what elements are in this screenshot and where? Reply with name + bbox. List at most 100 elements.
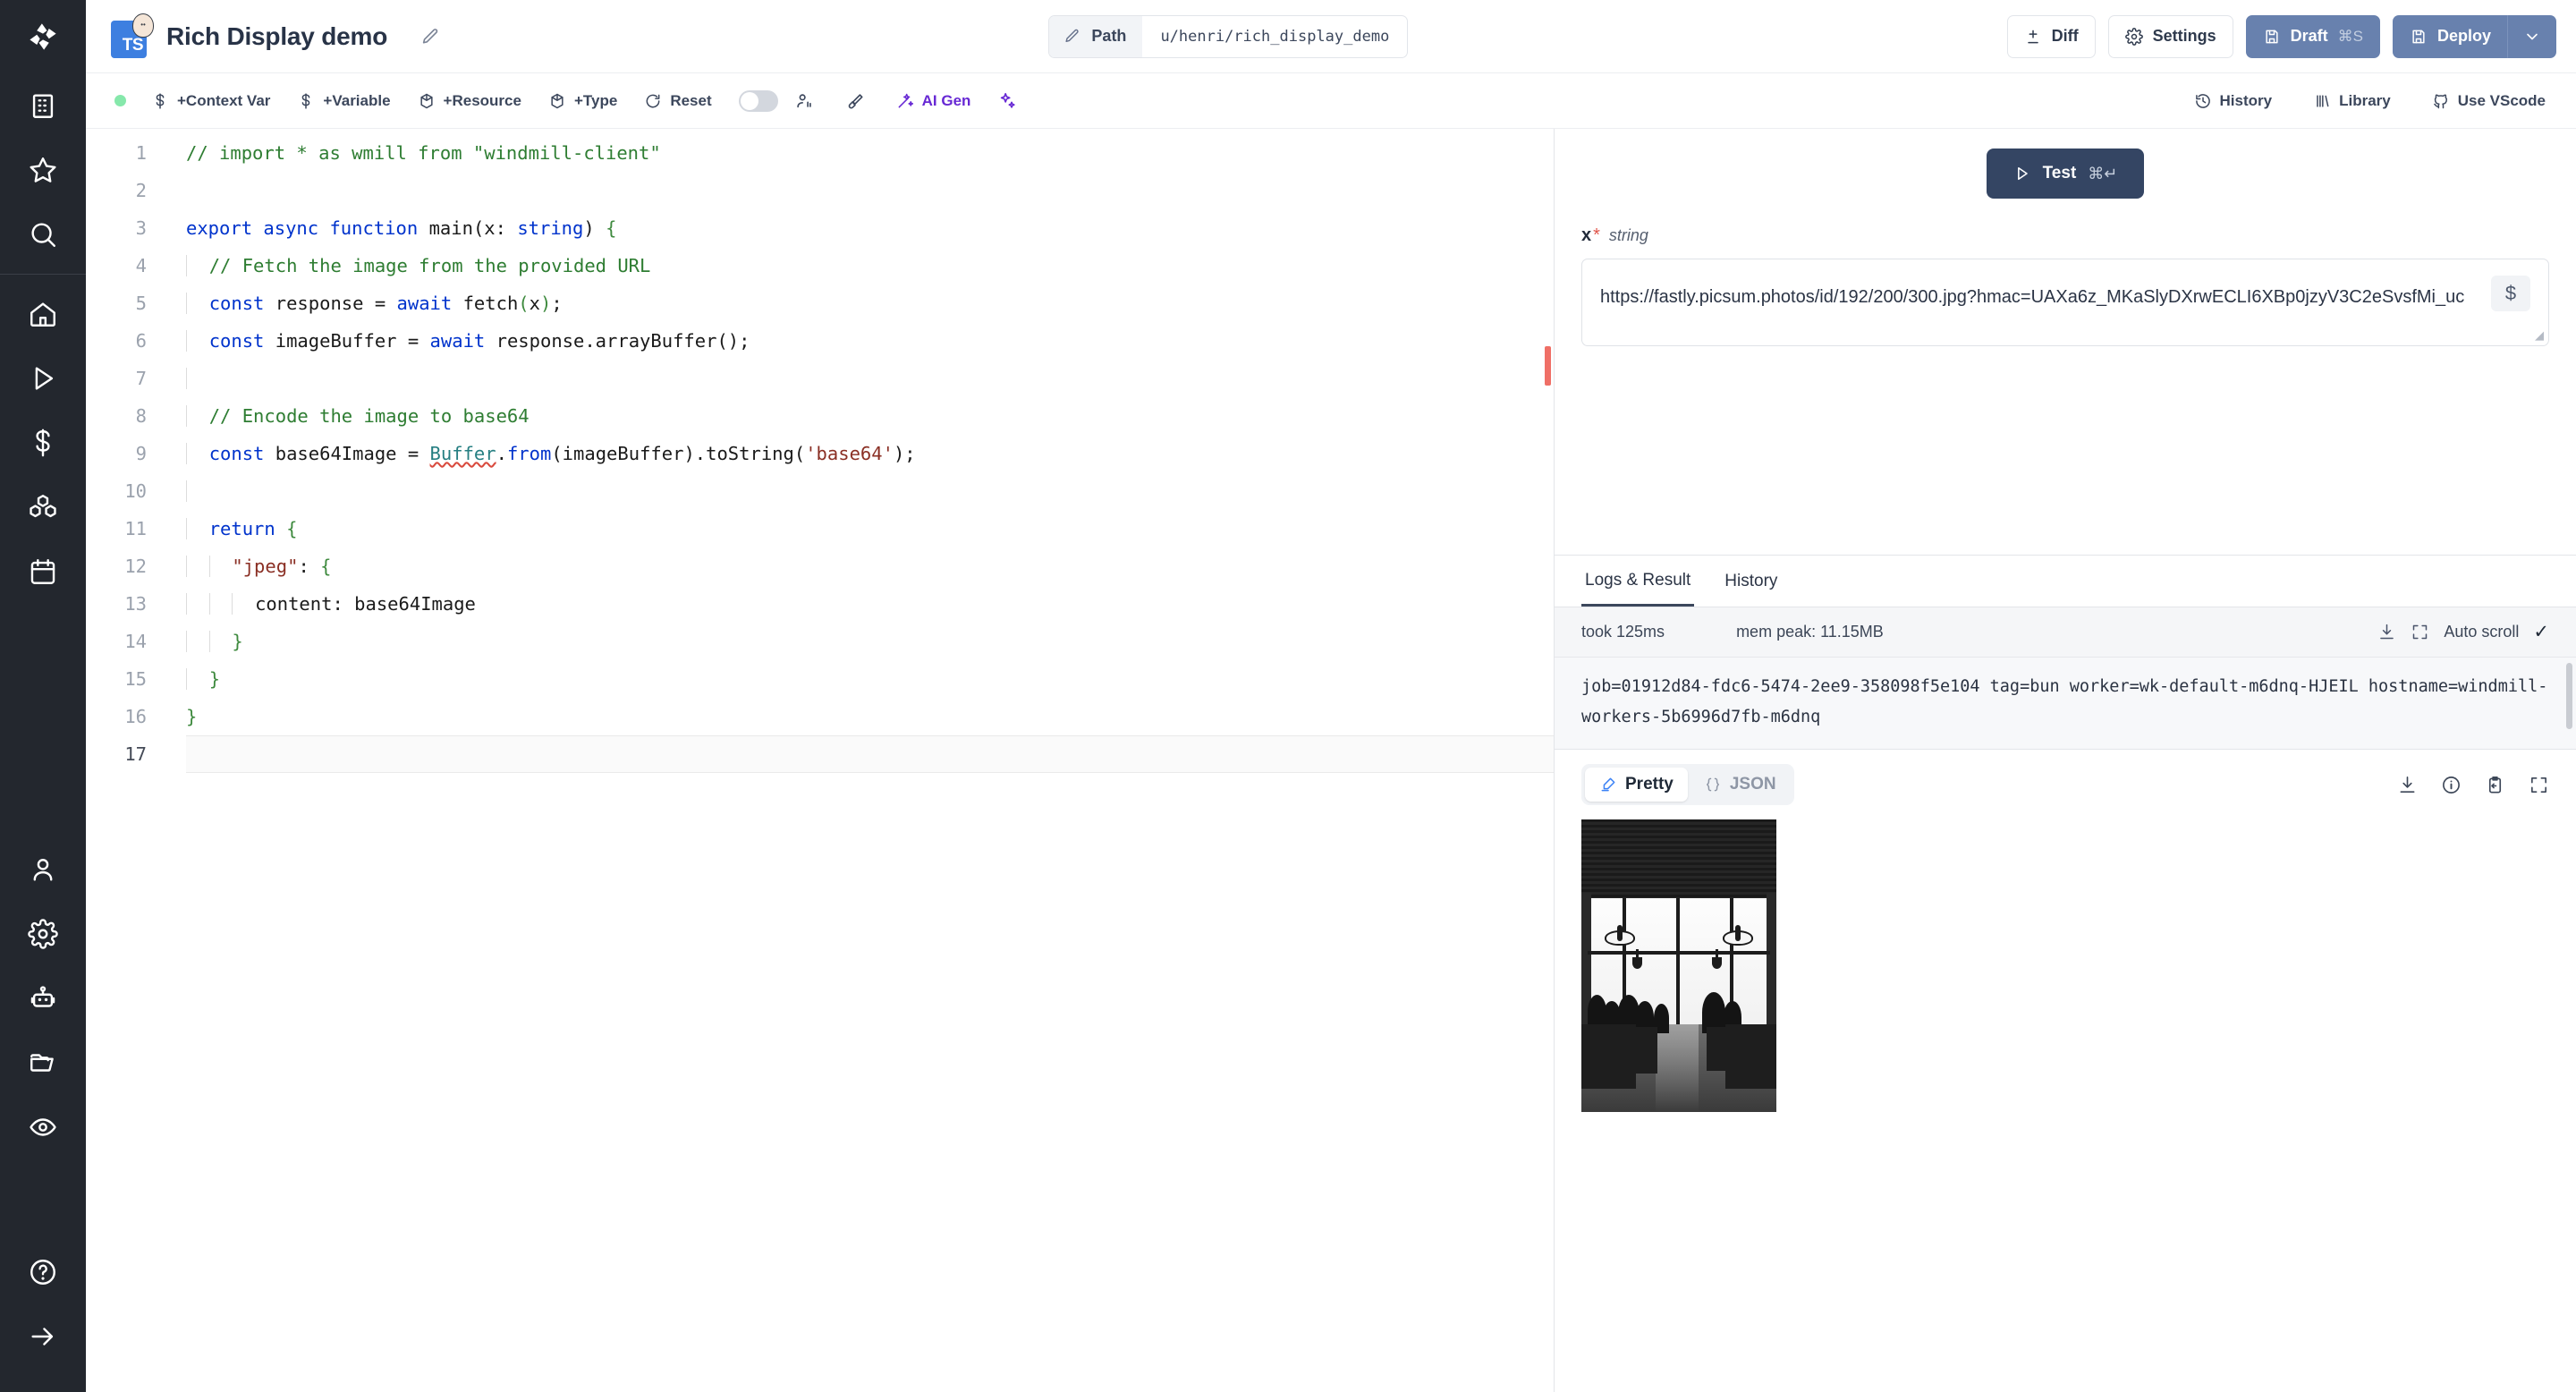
fullscreen-result-icon[interactable] [2529,775,2549,795]
sidebar-item-search[interactable] [0,202,86,267]
code-content[interactable]: // import * as wmill from "windmill-clie… [163,134,1554,1392]
sidebar-item-audit-logs[interactable] [0,1095,86,1159]
deploy-button[interactable]: Deploy [2392,14,2508,58]
add-type-button[interactable]: +Type [548,92,617,110]
line-number-gutter: 1 2 3 4 5 6 7 8 9 10 11 12 13 14 15 16 17 [86,134,163,1392]
tab-logs-result[interactable]: Logs & Result [1581,556,1695,607]
sidebar-item-expand-sidebar[interactable] [0,1304,86,1369]
left-sidebar [0,0,86,1392]
sidebar-item-variables[interactable] [0,411,86,475]
code-token: from [506,443,552,464]
code-token: } [232,631,243,652]
sidebar-item-workspace[interactable] [0,73,86,138]
code-line[interactable]: const imageBuffer = await response.array… [186,322,1554,360]
argument-input-wrapper[interactable]: https://fastly.picsum.photos/id/192/200/… [1581,259,2549,346]
code-line[interactable]: // Encode the image to base64 [186,397,1554,435]
indent-guide [208,593,233,615]
log-meta-actions: Auto scroll ✓ [2377,621,2549,643]
diff-button[interactable]: Diff [2006,14,2096,58]
download-logs-icon[interactable] [2377,623,2396,641]
ai-gen-button[interactable]: AI Gen [896,92,970,110]
github-icon [2432,92,2450,110]
deploy-button-group: Deploy [2392,14,2556,58]
settings-button[interactable]: Settings [2107,14,2233,58]
log-scrollbar[interactable] [2566,663,2572,729]
code-line[interactable] [186,735,1554,773]
code-line[interactable]: // Fetch the image from the provided URL [186,247,1554,284]
auto-scroll-checkmark[interactable]: ✓ [2533,621,2549,643]
argument-name: x [1581,225,1592,245]
deploy-dropdown-button[interactable] [2508,14,2556,58]
copy-clipboard-icon[interactable] [2485,775,2505,795]
code-line[interactable] [186,172,1554,209]
auto-scroll-label[interactable]: Auto scroll [2444,623,2519,641]
result-action-icons [2397,775,2549,795]
code-line[interactable]: } [186,698,1554,735]
reset-button[interactable]: Reset [644,92,712,110]
sidebar-item-settings[interactable] [0,902,86,966]
add-resource-button[interactable]: +Resource [418,92,521,110]
code-line[interactable]: const base64Image = Buffer.from(imageBuf… [186,435,1554,472]
tab-history[interactable]: History [1721,556,1781,607]
variable-picker-dollar-icon[interactable]: $ [2491,276,2530,311]
sidebar-item-workers[interactable] [0,837,86,902]
indent-guide [186,668,209,690]
test-button[interactable]: Test ⌘↵ [1986,149,2145,199]
code-line[interactable] [186,360,1554,397]
code-token: const [208,443,265,464]
path-field[interactable]: Path u/henri/rich_display_demo [1048,14,1409,58]
sidebar-item-schedules[interactable] [0,539,86,604]
windmill-logo-icon[interactable] [0,0,86,73]
workspace-body: 1 2 3 4 5 6 7 8 9 10 11 12 13 14 15 16 17 // import * as… [86,129,2576,1392]
code-token: export [186,217,253,239]
code-line[interactable]: } [186,660,1554,698]
test-label: Test [2042,164,2077,182]
sidebar-item-home[interactable] [0,282,86,346]
code-line[interactable] [186,472,1554,510]
add-context-var-button[interactable]: +Context Var [151,92,270,110]
collab-users-icon[interactable] [794,91,814,111]
code-line[interactable]: // import * as wmill from "windmill-clie… [186,134,1554,172]
code-line[interactable]: export async function main(x: string) { [186,209,1554,247]
code-line[interactable]: } [186,623,1554,660]
code-line[interactable]: "jpeg": { [186,547,1554,585]
code-line[interactable]: content: base64Image [186,585,1554,623]
edit-title-pencil-icon[interactable] [411,17,450,56]
test-shortcut: ⌘↵ [2088,164,2118,182]
code-line[interactable]: return { [186,510,1554,547]
info-circle-icon[interactable] [2441,775,2462,795]
sidebar-item-resources[interactable] [0,475,86,539]
path-label: Path [1091,27,1127,45]
result-view-pretty[interactable]: Pretty [1585,768,1688,802]
code-editor[interactable]: 1 2 3 4 5 6 7 8 9 10 11 12 13 14 15 16 17 // import * as… [86,129,1554,1392]
pane-resize-handle[interactable] [1545,346,1551,386]
sidebar-item-help[interactable] [0,1240,86,1304]
argument-x-input[interactable]: https://fastly.picsum.photos/id/192/200/… [1600,276,2479,318]
sidebar-item-ai-agents[interactable] [0,966,86,1031]
path-value[interactable]: u/henri/rich_display_demo [1142,16,1407,57]
textarea-resize-grip[interactable]: ◢ [2535,328,2544,343]
library-button[interactable]: Library [2313,92,2391,110]
bun-logo-icon: •• [132,13,154,38]
indent-guide [186,330,209,352]
expand-logs-icon[interactable] [2411,623,2429,641]
result-view-pretty-label: Pretty [1625,775,1674,794]
use-vscode-button[interactable]: Use VScode [2432,92,2546,110]
format-brush-icon[interactable] [844,91,864,111]
code-line[interactable]: const response = await fetch(x); [186,284,1554,322]
ai-sparkles-icon[interactable] [997,91,1017,111]
sidebar-item-folders[interactable] [0,1031,86,1095]
collab-mode-toggle[interactable] [738,89,778,112]
add-variable-button[interactable]: +Variable [297,92,391,110]
wand-icon [896,92,914,110]
result-view-json[interactable]: JSON [1690,768,1791,802]
sidebar-item-runs[interactable] [0,346,86,411]
download-result-icon[interactable] [2397,775,2418,795]
history-button[interactable]: History [2194,92,2272,110]
line-number: 13 [124,593,147,615]
photo-booth [1706,1027,1734,1072]
sidebar-item-favorites[interactable] [0,138,86,202]
draft-button[interactable]: Draft ⌘S [2245,14,2380,58]
